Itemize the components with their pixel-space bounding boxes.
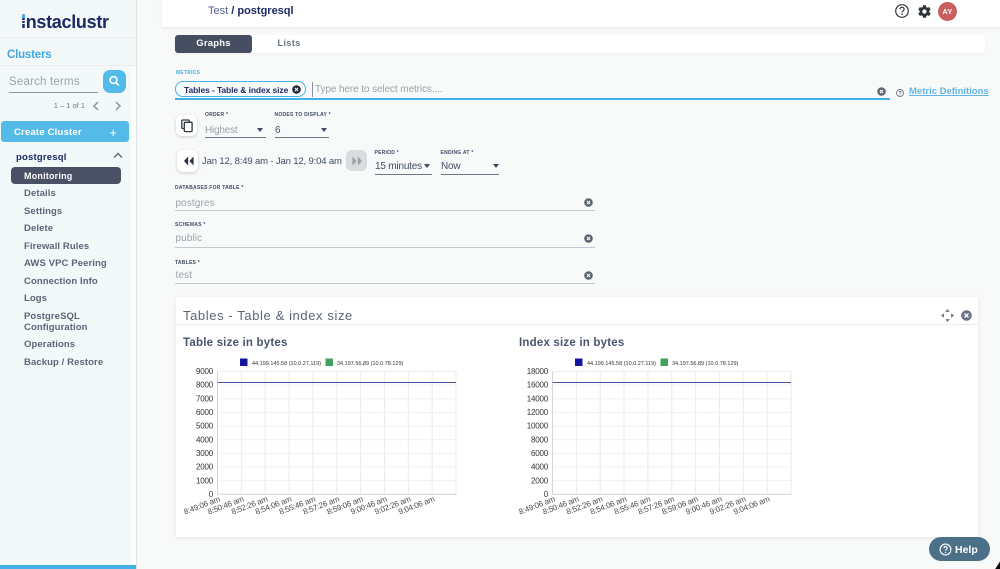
svg-text:9000: 9000 [196,367,214,376]
svg-text:4000: 4000 [196,435,214,444]
svg-text:2000: 2000 [531,476,549,485]
svg-text:7000: 7000 [196,394,214,403]
svg-text:6000: 6000 [196,408,214,417]
svg-text:16000: 16000 [527,381,549,390]
svg-text:1000: 1000 [196,476,214,485]
svg-text:34.197.56.89 (10.0.78.129): 34.197.56.89 (10.0.78.129) [337,361,404,367]
svg-text:3000: 3000 [196,449,214,458]
svg-text:2000: 2000 [196,463,214,472]
svg-text:44.199.145.58 (10.0.27.119): 44.199.145.58 (10.0.27.119) [587,361,656,367]
svg-text:8000: 8000 [531,435,549,444]
svg-text:18000: 18000 [527,367,549,376]
svg-text:34.197.56.89 (10.0.78.129): 34.197.56.89 (10.0.78.129) [672,361,739,367]
svg-text:6000: 6000 [531,449,549,458]
svg-text:14000: 14000 [527,394,549,403]
svg-text:5000: 5000 [196,422,214,431]
svg-text:4000: 4000 [531,463,549,472]
svg-text:44.199.145.58 (10.0.27.119): 44.199.145.58 (10.0.27.119) [252,361,321,367]
svg-text:10000: 10000 [527,422,549,431]
svg-text:8000: 8000 [196,381,214,390]
svg-text:12000: 12000 [527,408,549,417]
